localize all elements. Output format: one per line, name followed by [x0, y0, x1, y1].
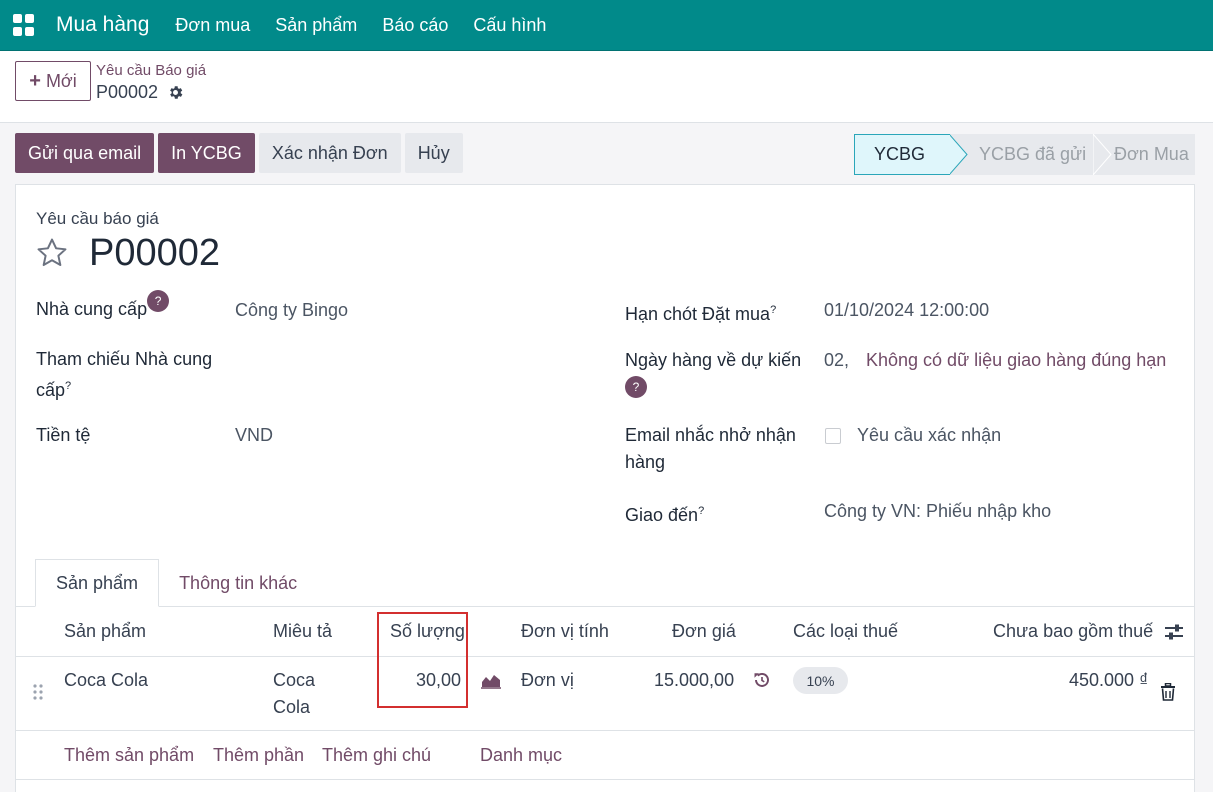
cell-subtotal: 450.000 ₫ — [1069, 670, 1149, 690]
column-header-description[interactable]: Miêu tả — [273, 621, 332, 642]
gear-icon[interactable] — [167, 84, 184, 101]
order-deadline-label-text: Hạn chót Đặt mua — [625, 304, 771, 324]
tab-other-info[interactable]: Thông tin khác — [159, 559, 317, 607]
stage-arrow-2 — [1093, 134, 1112, 175]
document-type-label: Yêu cầu báo giá — [36, 209, 159, 228]
catalog-link[interactable]: Danh mục — [480, 745, 562, 766]
help-tooltip-mark[interactable]: ? — [698, 505, 704, 517]
stage-arrow-1 — [949, 134, 968, 175]
new-button-label: Mới — [45, 70, 77, 91]
star-icon[interactable] — [35, 236, 69, 270]
table-row-divider — [16, 730, 1194, 731]
quantity-highlight-box — [377, 612, 468, 708]
status-bar: YCBG YCBG đã gửi Đơn Mua — [854, 134, 1195, 175]
stage-purchase-order-label: Đơn Mua — [1114, 144, 1189, 164]
cell-description-line1: Coca — [273, 670, 316, 690]
drag-handle-icon[interactable] — [32, 683, 44, 701]
trash-icon[interactable] — [1160, 683, 1176, 701]
column-header-product[interactable]: Sản phẩm — [64, 621, 146, 642]
breadcrumb-current-label: P00002 — [96, 82, 159, 102]
add-section-link[interactable]: Thêm phần — [213, 745, 304, 766]
help-tooltip-mark[interactable]: ? — [65, 380, 71, 392]
column-header-unit-price[interactable]: Đơn giá — [672, 621, 736, 642]
cell-description[interactable]: Coca Cola — [273, 667, 315, 721]
menu-products[interactable]: Sản phẩm — [275, 15, 357, 36]
top-navbar: Mua hàng Đơn mua Sản phẩm Báo cáo Cấu hì… — [0, 0, 1213, 51]
tab-products[interactable]: Sản phẩm — [35, 559, 160, 607]
cancel-button[interactable]: Hủy — [404, 133, 463, 173]
order-deadline-field[interactable]: 01/10/2024 12:00:00 — [824, 297, 989, 324]
forecast-chart-icon[interactable] — [481, 671, 501, 689]
expected-arrival-label: Ngày hàng về dự kiến ? — [625, 347, 801, 403]
print-rfq-button[interactable]: In YCBG — [158, 133, 255, 173]
deliver-to-label-text: Giao đến — [625, 505, 699, 525]
cell-unit-price[interactable]: 15.000,00 — [654, 667, 734, 694]
ask-confirmation-checkbox[interactable] — [825, 428, 841, 444]
breadcrumb-parent[interactable]: Yêu cầu Báo giá — [96, 62, 206, 79]
form-sheet: Yêu cầu báo giá P00002 Nhà cung cấp? Côn… — [15, 184, 1195, 792]
vendor-field[interactable]: Công ty Bingo — [235, 297, 348, 324]
vendor-reference-label-line2: cấp? — [36, 373, 212, 404]
plus-icon: + — [29, 69, 41, 92]
currency-field[interactable]: VND — [235, 422, 273, 449]
reminder-email-label-line2: hàng — [625, 452, 666, 472]
deliver-to-field[interactable]: Công ty VN: Phiếu nhập kho — [824, 498, 1051, 525]
vendor-label-text: Nhà cung cấp — [36, 299, 148, 319]
cell-product[interactable]: Coca Cola — [64, 667, 148, 694]
help-tooltip-mark[interactable]: ? — [770, 304, 776, 316]
breadcrumb-current: P00002 — [96, 82, 184, 103]
menu-reporting[interactable]: Báo cáo — [382, 15, 448, 36]
vendor-reference-label: Tham chiếu Nhà cung cấp? — [36, 346, 212, 404]
vendor-label: Nhà cung cấp? — [36, 290, 170, 323]
currency-label: Tiền tệ — [36, 425, 91, 445]
column-header-subtotal[interactable]: Chưa bao gồm thuế — [993, 621, 1153, 642]
add-note-link[interactable]: Thêm ghi chú — [322, 745, 431, 766]
tax-badge[interactable]: 10% — [793, 667, 848, 694]
reset-price-icon[interactable] — [753, 671, 771, 689]
control-panel: + Mới Yêu cầu Báo giá P00002 — [0, 51, 1213, 123]
help-icon[interactable]: ? — [147, 290, 170, 312]
menu-purchase-orders[interactable]: Đơn mua — [175, 15, 250, 36]
page-title: P00002 — [89, 232, 221, 274]
column-header-uom[interactable]: Đơn vị tính — [521, 621, 609, 642]
stage-rfq-label: YCBG — [874, 144, 926, 164]
deliver-to-label: Giao đến? — [625, 498, 704, 529]
on-time-delivery-warning: Không có dữ liệu giao hàng đúng hạn — [866, 350, 1167, 370]
menu-configuration[interactable]: Cấu hình — [473, 15, 546, 36]
table-bottom-divider — [16, 779, 1194, 780]
ask-confirmation-label: Yêu cầu xác nhận — [857, 425, 1002, 445]
confirm-order-button[interactable]: Xác nhận Đơn — [258, 133, 401, 173]
add-product-link[interactable]: Thêm sản phẩm — [64, 745, 194, 766]
stage-rfq[interactable]: YCBG — [854, 134, 950, 175]
vendor-reference-label-line1: Tham chiếu Nhà cung — [36, 349, 213, 369]
order-deadline-label: Hạn chót Đặt mua? — [625, 297, 776, 328]
app-brand[interactable]: Mua hàng — [56, 13, 149, 37]
optional-columns-icon[interactable] — [1164, 622, 1184, 642]
apps-menu-icon[interactable] — [13, 14, 35, 36]
help-icon[interactable]: ? — [625, 376, 647, 398]
cell-uom[interactable]: Đơn vị — [521, 667, 574, 694]
stage-rfq-sent-label: YCBG đã gửi — [979, 144, 1087, 164]
expected-arrival-field[interactable]: 02, — [824, 347, 849, 374]
column-header-taxes[interactable]: Các loại thuế — [793, 621, 898, 642]
cell-description-line2: Cola — [273, 697, 311, 717]
new-button[interactable]: + Mới — [15, 61, 91, 101]
reminder-email-label-line1: Email nhắc nhở nhận — [625, 425, 796, 445]
action-bar: Gửi qua email In YCBG Xác nhận Đơn Hủy — [15, 133, 463, 173]
stage-rfq-sent[interactable]: YCBG đã gửi — [950, 134, 1093, 175]
vendor-reference-label-text: cấp — [36, 380, 66, 400]
send-email-button[interactable]: Gửi qua email — [15, 133, 155, 173]
table-row[interactable] — [16, 657, 1194, 730]
expected-arrival-label-text: Ngày hàng về dự kiến — [625, 350, 802, 370]
reminder-email-label: Email nhắc nhở nhận hàng — [625, 422, 796, 476]
notebook-tabs: Sản phẩm Thông tin khác — [35, 559, 317, 607]
